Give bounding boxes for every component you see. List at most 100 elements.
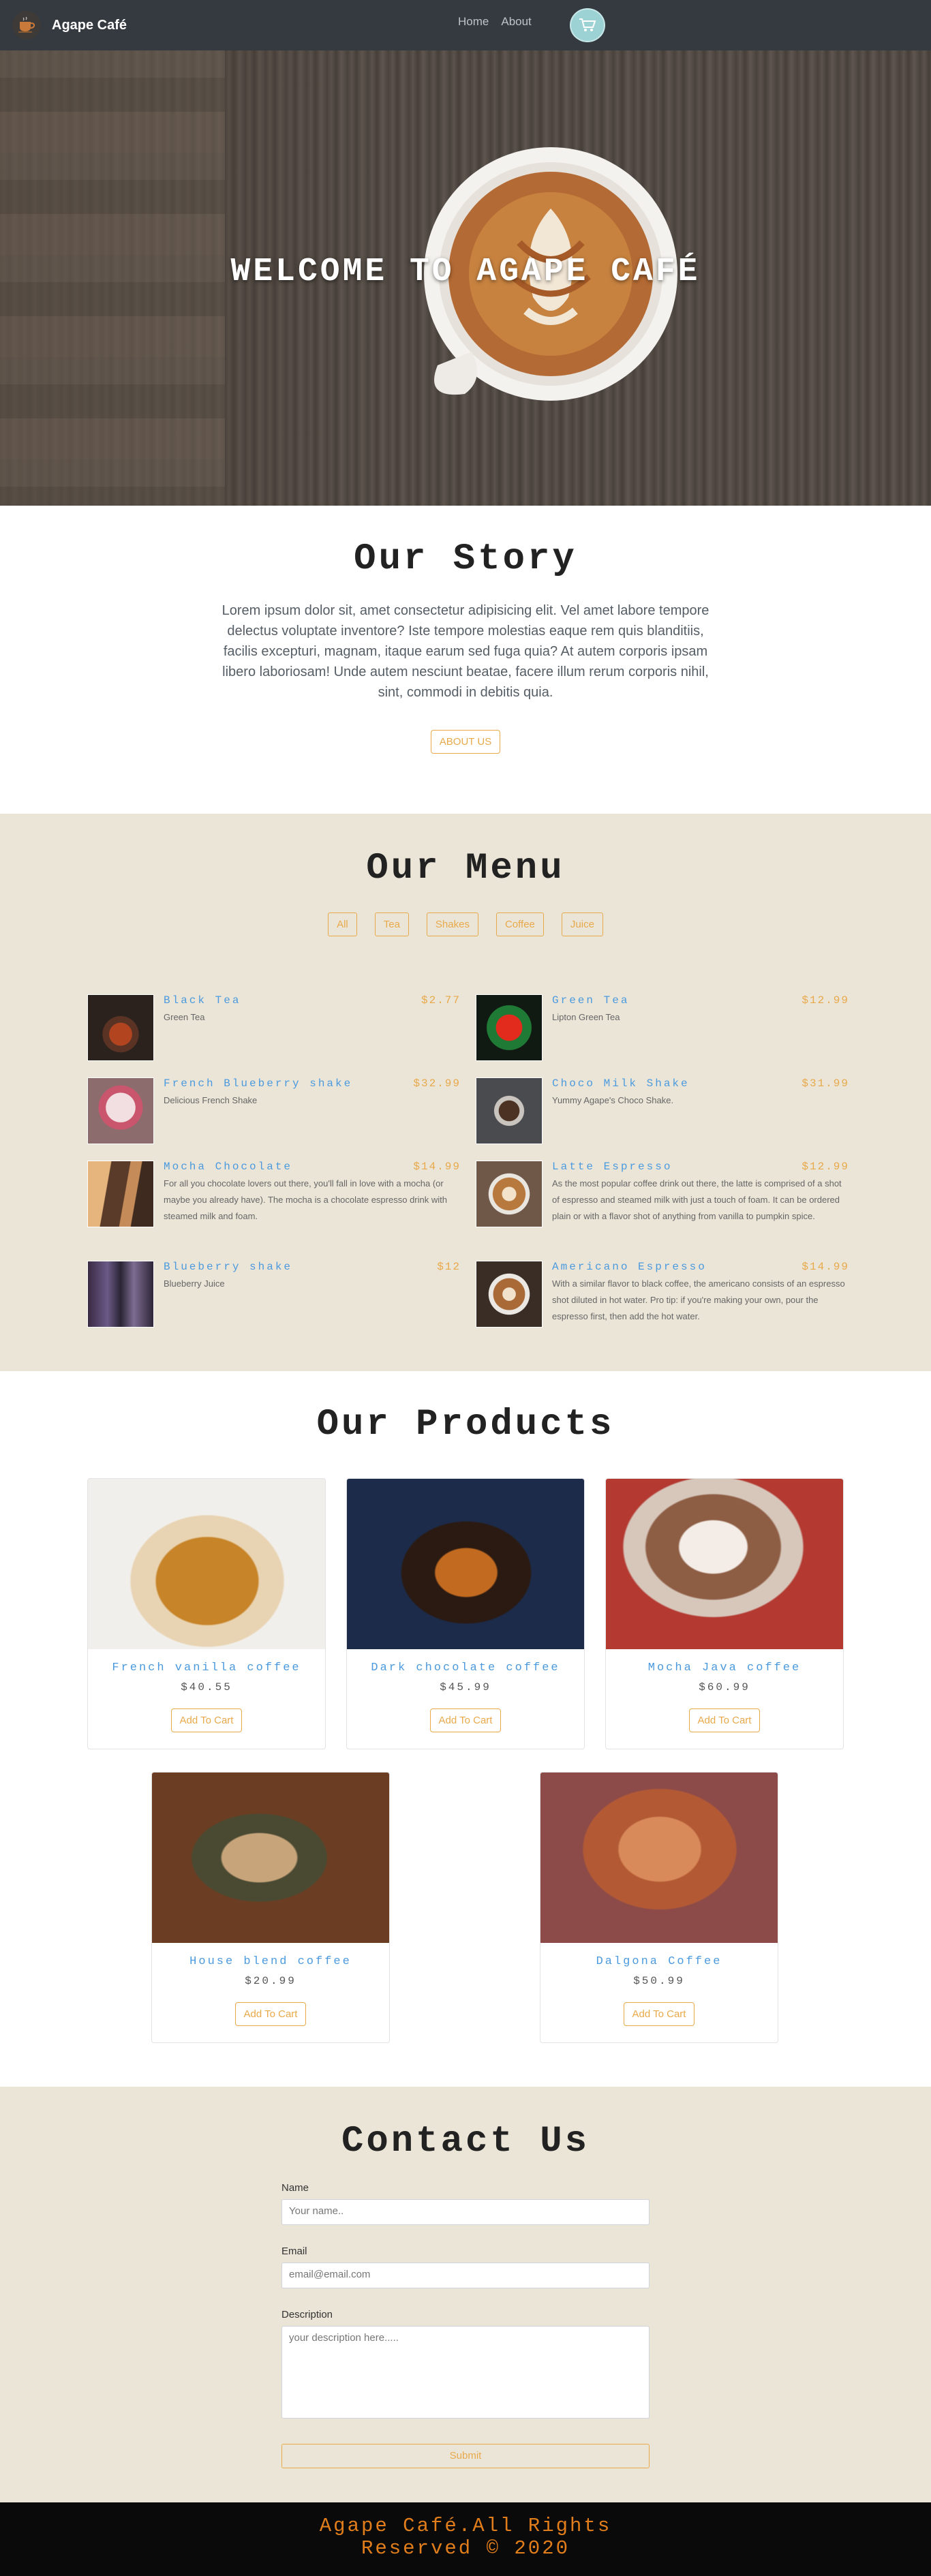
coffee-cup-icon: [12, 11, 41, 40]
menu-item-name: Americano Espresso: [552, 1261, 707, 1273]
product-image: [347, 1479, 584, 1649]
filter-tea-button[interactable]: Tea: [374, 913, 409, 936]
navbar: Agape Café Home About: [0, 0, 931, 50]
nav-links: Home About: [458, 15, 532, 29]
menu-item-price: $31.99: [802, 1077, 849, 1090]
product-image: [540, 1773, 778, 1943]
menu-item-info: Choco Milk Shake $31.99 Yummy Agape's Cho…: [552, 1077, 849, 1144]
menu-title: Our Menu: [366, 848, 565, 889]
product-card: House blend coffee $20.99 Add To Cart: [151, 1772, 390, 2043]
story-text: Lorem ipsum dolor sit, amet consectetur …: [222, 603, 709, 700]
menu-item-price: $12.99: [802, 1161, 849, 1173]
nav-link-about[interactable]: About: [501, 15, 531, 29]
menu-item-info: Green Tea $12.99 Lipton Green Tea: [552, 994, 849, 1061]
menu-item-description: Delicious French Shake: [164, 1095, 258, 1105]
menu-item-description: Blueberry Juice: [164, 1278, 225, 1289]
product-name: Mocha Java coffee: [647, 1661, 802, 1674]
brand[interactable]: Agape Café: [12, 11, 127, 40]
name-input[interactable]: Your name..: [281, 2199, 650, 2225]
nav-link-home[interactable]: Home: [458, 15, 489, 29]
product-price: $40.55: [181, 1681, 232, 1693]
menu-item-name: Mocha Chocolate: [164, 1161, 293, 1173]
menu-item[interactable]: Black Tea $2.77 Green Tea: [87, 994, 461, 1061]
product-card: Dark chocolate coffee $45.99 Add To Cart: [346, 1478, 585, 1749]
menu-item-name: French Blueberry shake: [164, 1077, 353, 1090]
menu-item-description: As the most popular coffee drink out the…: [552, 1178, 842, 1221]
menu-item[interactable]: Choco Milk Shake $31.99 Yummy Agape's Cho…: [476, 1077, 849, 1144]
product-image: [606, 1479, 843, 1649]
add-to-cart-button[interactable]: Add To Cart: [234, 2002, 307, 2026]
our-menu-section: Our Menu All Tea Shakes Coffee Juice Bla…: [0, 814, 931, 1371]
menu-item[interactable]: Mocha Chocolate $14.99 For all you chocol…: [87, 1161, 461, 1227]
menu-item-price: $14.99: [802, 1261, 849, 1273]
product-price: $60.99: [699, 1681, 750, 1693]
menu-item-description: For all you chocolate lovers out there, …: [164, 1178, 447, 1221]
menu-item-image: [476, 1261, 543, 1328]
menu-item[interactable]: French Blueberry shake $32.99 Delicious F…: [87, 1077, 461, 1144]
product-image: [152, 1773, 389, 1943]
product-image: [88, 1479, 325, 1649]
product-card: French vanilla coffee $40.55 Add To Cart: [87, 1478, 326, 1749]
filter-coffee-button[interactable]: Coffee: [495, 913, 544, 936]
menu-item-description: Green Tea: [164, 1012, 205, 1022]
product-card: Dalgona Coffee $50.99 Add To Cart: [540, 1772, 778, 2043]
menu-item-info: Americano Espresso $14.99 With a similar …: [552, 1261, 849, 1328]
product-card: Mocha Java coffee $60.99 Add To Cart: [605, 1478, 844, 1749]
add-to-cart-button[interactable]: Add To Cart: [688, 1708, 761, 1732]
menu-item[interactable]: Latte Espresso $12.99 As the most popular…: [476, 1161, 849, 1227]
menu-item-price: $14.99: [413, 1161, 461, 1173]
hero-banner: WELCOME TO AGAPE CAFÉ: [0, 50, 931, 506]
products-title: Our Products: [316, 1404, 615, 1445]
menu-item-price: $12.99: [802, 994, 849, 1007]
menu-item-name: Black Tea: [164, 994, 241, 1007]
menu-item-price: $12: [437, 1261, 461, 1273]
brand-name: Agape Café: [52, 17, 127, 33]
description-textarea[interactable]: your description here.....: [281, 2326, 650, 2419]
menu-item-info: Latte Espresso $12.99 As the most popular…: [552, 1161, 849, 1227]
our-products-section: Our Products French vanilla coffee $40.5…: [0, 1371, 931, 2087]
hero-title: WELCOME TO AGAPE CAFÉ: [230, 254, 701, 290]
product-name: House blend coffee: [189, 1955, 352, 1968]
contact-form: Name Your name.. Email email@email.com D…: [281, 2182, 650, 2419]
description-label: Description: [281, 2309, 333, 2320]
menu-item-name: Green Tea: [552, 994, 630, 1007]
shopping-cart-icon[interactable]: [570, 8, 605, 42]
menu-item-name: Choco Milk Shake: [552, 1077, 690, 1090]
filter-shakes-button[interactable]: Shakes: [426, 913, 478, 936]
our-story-section: Our Story Lorem ipsum dolor sit, amet co…: [0, 506, 931, 814]
email-input[interactable]: email@email.com: [281, 2263, 650, 2288]
menu-item-image: [87, 1161, 154, 1227]
footer-copyright: Agape Café.All Rights Reserved © 2020: [319, 2515, 612, 2560]
menu-item-image: [87, 994, 154, 1061]
add-to-cart-button[interactable]: Add To Cart: [170, 1708, 243, 1732]
contact-title: Contact Us: [341, 2121, 590, 2162]
menu-filters: All Tea Shakes Coffee Juice: [0, 913, 931, 936]
menu-item[interactable]: Green Tea $12.99 Lipton Green Tea: [476, 994, 849, 1061]
menu-item-info: Mocha Chocolate $14.99 For all you chocol…: [164, 1161, 461, 1227]
filter-all-button[interactable]: All: [328, 913, 357, 936]
menu-item-image: [476, 1077, 543, 1144]
add-to-cart-button[interactable]: Add To Cart: [623, 2002, 695, 2026]
filter-juice-button[interactable]: Juice: [561, 913, 603, 936]
product-price: $50.99: [633, 1975, 685, 1987]
menu-item-image: [87, 1077, 154, 1144]
menu-item-info: Blueberry shake $12 Blueberry Juice: [164, 1261, 461, 1328]
about-us-button[interactable]: ABOUT US: [430, 730, 501, 754]
menu-item-info: Black Tea $2.77 Green Tea: [164, 994, 461, 1061]
product-name: French vanilla coffee: [112, 1661, 301, 1674]
menu-item-info: French Blueberry shake $32.99 Delicious F…: [164, 1077, 461, 1144]
product-price: $20.99: [245, 1975, 296, 1987]
story-title: Our Story: [354, 538, 577, 580]
menu-item[interactable]: Americano Espresso $14.99 With a similar …: [476, 1261, 849, 1328]
menu-item-name: Blueberry shake: [164, 1261, 293, 1273]
menu-item-name: Latte Espresso: [552, 1161, 673, 1173]
submit-button[interactable]: Submit: [281, 2444, 650, 2468]
product-name: Dalgona Coffee: [596, 1955, 722, 1968]
product-price: $45.99: [440, 1681, 491, 1693]
menu-item-price: $2.77: [421, 994, 461, 1007]
footer: Agape Café.All Rights Reserved © 2020: [0, 2502, 931, 2576]
menu-item-image: [87, 1261, 154, 1328]
menu-item-description: Yummy Agape's Choco Shake.: [552, 1095, 674, 1105]
menu-item[interactable]: Blueberry shake $12 Blueberry Juice: [87, 1261, 461, 1328]
add-to-cart-button[interactable]: Add To Cart: [429, 1708, 502, 1732]
